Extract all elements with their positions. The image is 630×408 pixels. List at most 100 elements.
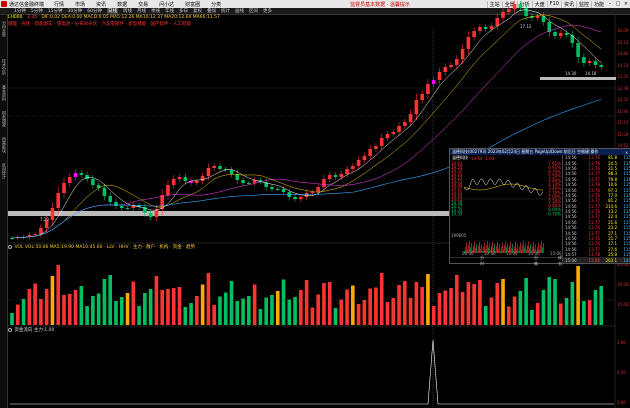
candle[interactable] bbox=[397, 126, 401, 132]
candle[interactable] bbox=[582, 57, 586, 63]
candle[interactable] bbox=[206, 168, 211, 176]
candle[interactable] bbox=[420, 94, 424, 100]
volume-bar[interactable] bbox=[333, 308, 338, 325]
volume-bar[interactable] bbox=[264, 297, 268, 326]
tick-row[interactable]: 14:56 13.77 27.1 115 bbox=[563, 230, 630, 236]
candle[interactable] bbox=[437, 72, 442, 80]
volume-bar[interactable] bbox=[200, 284, 205, 326]
candle[interactable] bbox=[327, 175, 332, 179]
tick-list[interactable]: 14:56 13.76 81.8 115 14:56 13.76 24.5 115 14:56 1… bbox=[562, 155, 630, 265]
candle[interactable] bbox=[293, 197, 297, 199]
tick-row[interactable]: 14:56 13.77 81.2 115 bbox=[563, 198, 630, 203]
candle[interactable] bbox=[62, 183, 66, 193]
candle[interactable] bbox=[466, 37, 471, 49]
volume-bar[interactable] bbox=[275, 291, 280, 325]
volume-bar[interactable] bbox=[73, 290, 78, 325]
volume-bar[interactable] bbox=[449, 288, 453, 325]
candle[interactable] bbox=[299, 197, 303, 199]
volume-bar[interactable] bbox=[553, 279, 557, 325]
candle[interactable] bbox=[558, 33, 563, 36]
volume-bar[interactable] bbox=[229, 281, 234, 325]
volume-bar[interactable] bbox=[166, 289, 170, 325]
volume-bar[interactable] bbox=[356, 304, 361, 325]
candle[interactable] bbox=[599, 65, 604, 67]
candle[interactable] bbox=[345, 169, 349, 174]
volume-bar[interactable] bbox=[235, 301, 240, 325]
volume-bar[interactable] bbox=[252, 284, 257, 326]
volume-bar[interactable] bbox=[397, 285, 401, 325]
volume-bar[interactable] bbox=[478, 280, 482, 325]
volume-bar[interactable] bbox=[125, 293, 130, 325]
volume-bar[interactable] bbox=[270, 295, 274, 325]
candle[interactable] bbox=[379, 138, 384, 146]
candle[interactable] bbox=[524, 8, 528, 16]
volume-bar[interactable] bbox=[403, 281, 407, 325]
candle[interactable] bbox=[576, 43, 580, 57]
candle[interactable] bbox=[304, 193, 309, 197]
volume-bar[interactable] bbox=[154, 276, 159, 325]
volume-bar[interactable] bbox=[316, 294, 320, 326]
candle[interactable] bbox=[102, 188, 107, 196]
volume-bar[interactable] bbox=[570, 282, 575, 325]
volume-bar[interactable] bbox=[443, 290, 448, 326]
volume-bar[interactable] bbox=[247, 296, 251, 325]
volume-bar[interactable] bbox=[310, 307, 315, 326]
tick-row[interactable]: 14:56 13.76 77.0 115 bbox=[563, 193, 630, 198]
candle[interactable] bbox=[183, 177, 188, 181]
volume-bar[interactable] bbox=[143, 293, 147, 325]
candle[interactable] bbox=[270, 187, 274, 189]
volume-bar[interactable] bbox=[345, 289, 349, 326]
tick-row[interactable]: 15:00 13.66 263.1 147 bbox=[563, 257, 630, 263]
candle[interactable] bbox=[195, 181, 199, 183]
volume-bar[interactable] bbox=[39, 299, 43, 325]
gear-icon[interactable] bbox=[8, 327, 12, 332]
volume-bar[interactable] bbox=[339, 299, 344, 326]
volume-bar[interactable] bbox=[547, 277, 552, 325]
volume-bar[interactable] bbox=[258, 309, 263, 325]
candle[interactable] bbox=[108, 196, 113, 202]
candle[interactable] bbox=[535, 16, 540, 18]
candle[interactable] bbox=[431, 80, 436, 84]
candle[interactable] bbox=[478, 27, 482, 31]
volume-bar[interactable] bbox=[137, 306, 141, 325]
tick-row[interactable]: 14:56 13.76 13.2 115 bbox=[563, 209, 630, 214]
volume-bar[interactable] bbox=[15, 304, 20, 326]
candle[interactable] bbox=[368, 149, 372, 156]
volume-bar[interactable] bbox=[541, 290, 546, 325]
volume-bar[interactable] bbox=[281, 279, 286, 326]
candle[interactable] bbox=[212, 166, 216, 168]
tick-row[interactable]: 14:56 13.76 21.7 115 bbox=[563, 236, 630, 241]
candle[interactable] bbox=[495, 18, 500, 26]
volume-bar[interactable] bbox=[33, 283, 37, 326]
tick-row[interactable]: 14:56 13.76 24.5 115 bbox=[563, 160, 630, 166]
candle[interactable] bbox=[518, 4, 523, 8]
candle[interactable] bbox=[67, 177, 72, 183]
popup-tab-deals[interactable]: 成交 bbox=[558, 255, 562, 267]
tick-row[interactable]: 14:56 13.76 23.2 115 bbox=[563, 225, 630, 230]
volume-bar[interactable] bbox=[287, 299, 292, 326]
candle[interactable] bbox=[218, 166, 222, 169]
volume-bar[interactable] bbox=[587, 300, 592, 325]
volume-bar[interactable] bbox=[177, 287, 182, 325]
tick-row[interactable]: 14:56 13.77 98.3 115 bbox=[563, 171, 630, 176]
candle[interactable] bbox=[385, 134, 390, 138]
popup-tab-ticks[interactable]: 分笔 bbox=[534, 255, 538, 267]
gear-icon[interactable] bbox=[8, 244, 12, 249]
tick-row[interactable]: 14:56 13.76 17.1 115 bbox=[563, 241, 630, 246]
tick-row[interactable]: 14:56 13.77 22.4 115 bbox=[563, 214, 630, 219]
candle[interactable] bbox=[33, 234, 37, 235]
candle[interactable] bbox=[56, 193, 61, 208]
candle[interactable] bbox=[506, 9, 511, 12]
candle[interactable] bbox=[281, 189, 286, 192]
candle[interactable] bbox=[333, 175, 338, 177]
candle[interactable] bbox=[39, 228, 43, 234]
volume-bar[interactable] bbox=[183, 307, 188, 325]
tick-row[interactable]: 14:56 13.76 81.8 115 bbox=[563, 155, 630, 160]
volume-bar[interactable] bbox=[530, 310, 534, 325]
volume-bar[interactable] bbox=[385, 302, 390, 325]
volume-bar[interactable] bbox=[85, 306, 89, 325]
volume-bar[interactable] bbox=[483, 306, 488, 325]
candle[interactable] bbox=[426, 84, 430, 94]
volume-bar[interactable] bbox=[374, 287, 378, 326]
volume-bar[interactable] bbox=[299, 290, 303, 325]
